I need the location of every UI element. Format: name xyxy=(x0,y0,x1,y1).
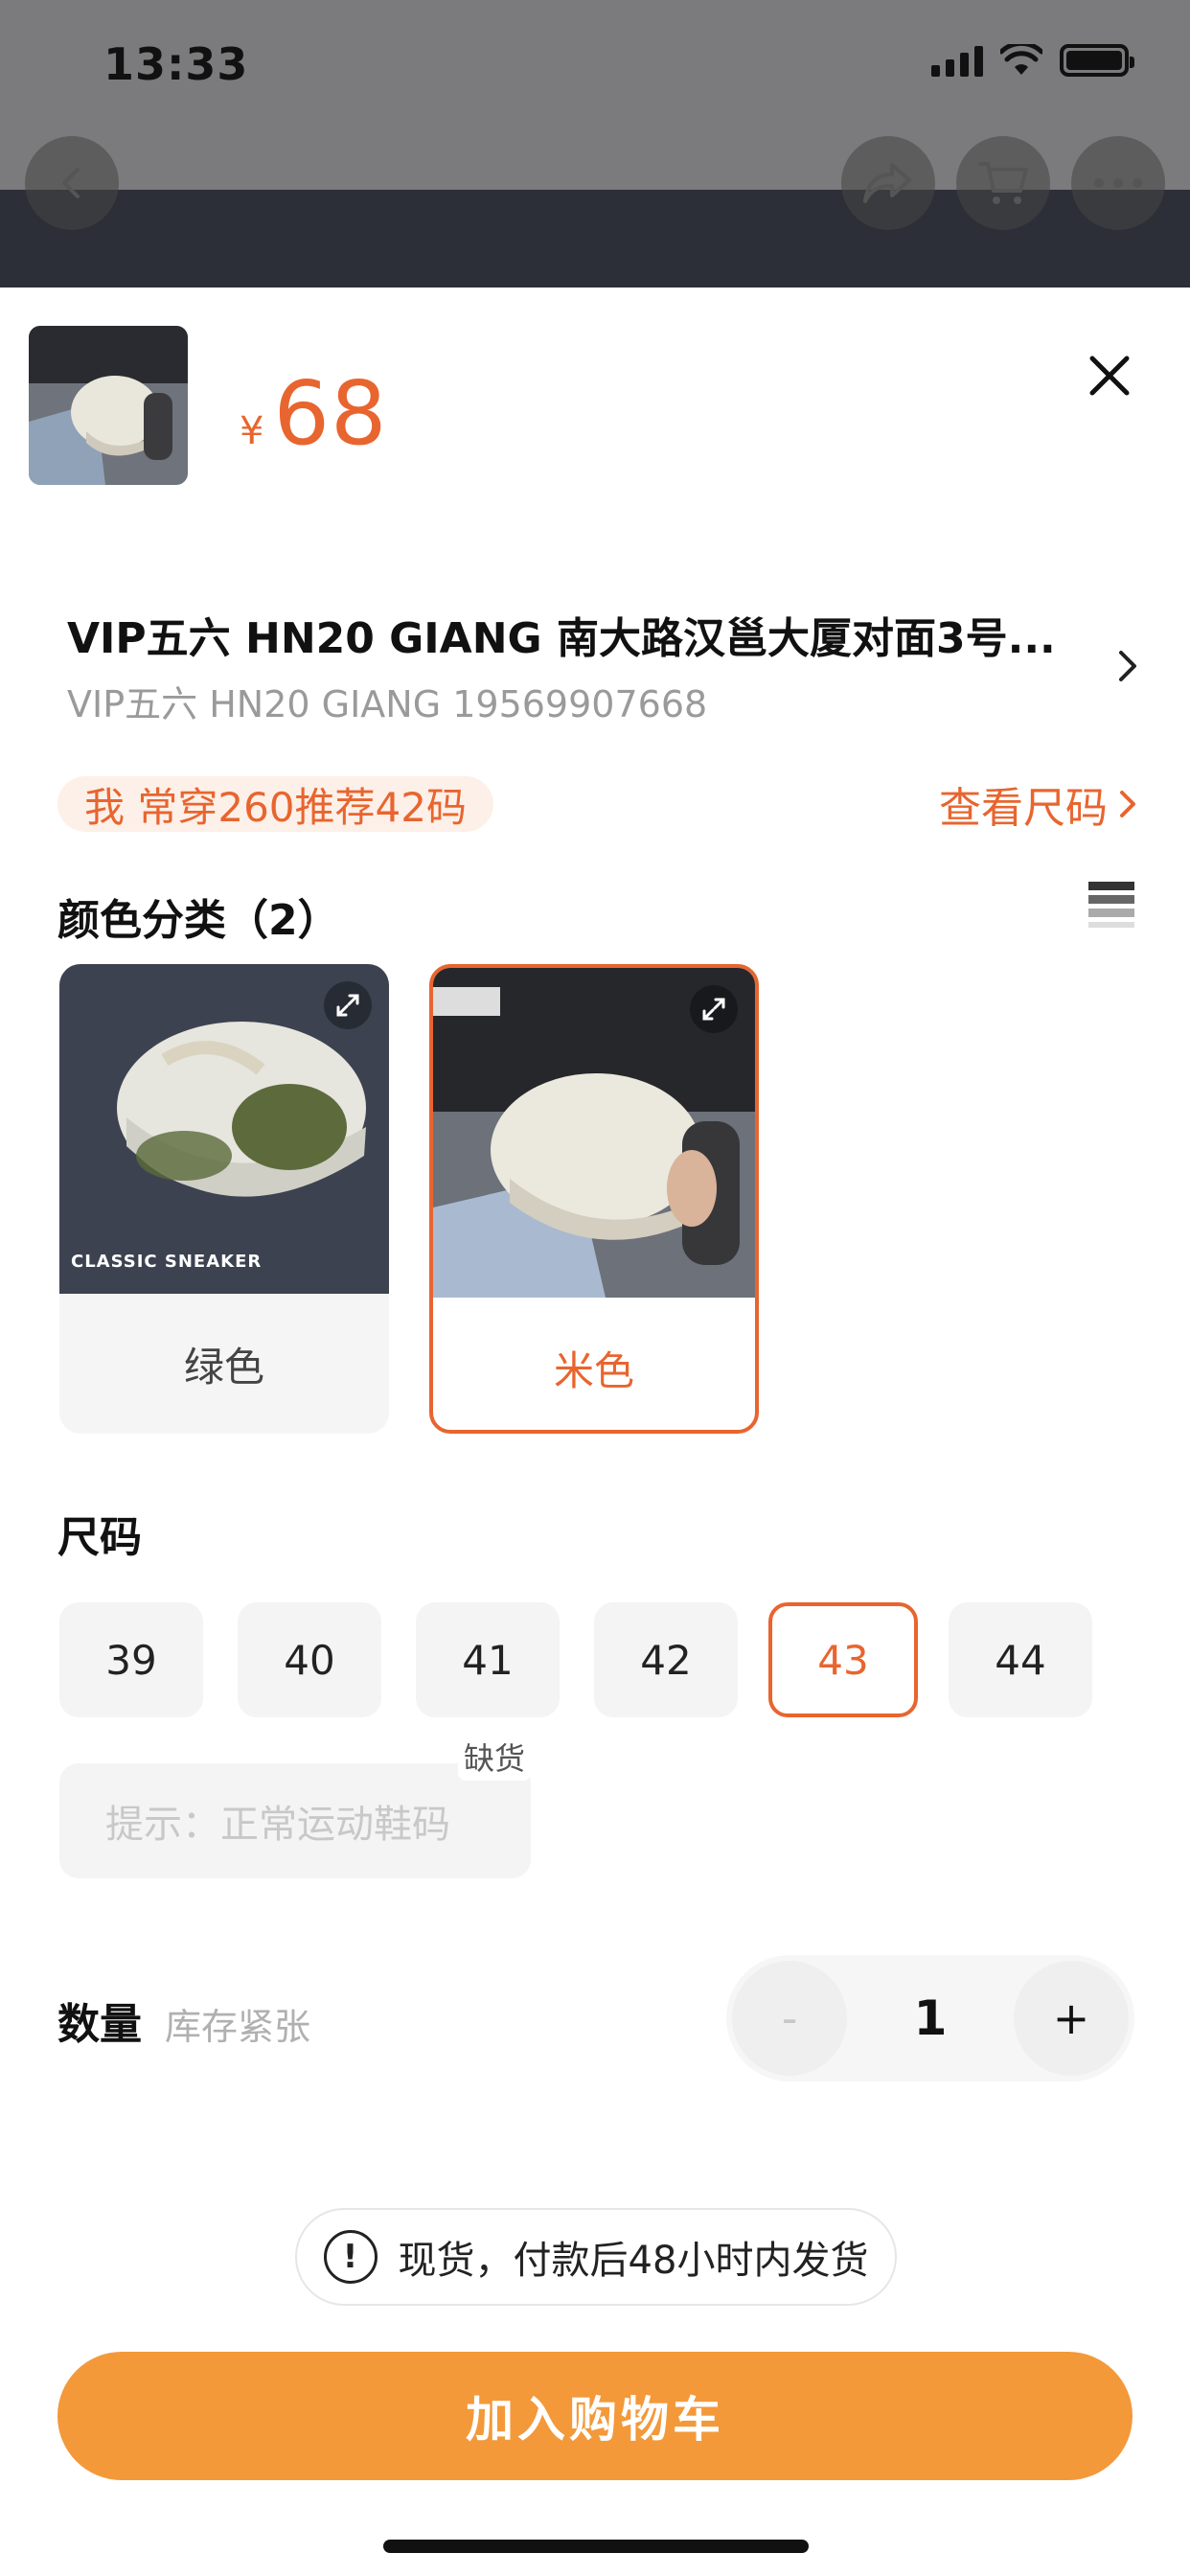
close-icon[interactable] xyxy=(1081,347,1138,404)
size-option-43[interactable]: 43 xyxy=(768,1602,918,1717)
size-recommendation-badge: 我 常穿260推荐42码 xyxy=(57,776,493,832)
expand-icon xyxy=(702,998,725,1021)
color-option-image: CLASSIC SNEAKER xyxy=(59,964,389,1294)
chevron-right-icon[interactable] xyxy=(1113,647,1142,685)
size-option-40[interactable]: 40 xyxy=(238,1602,381,1717)
back-button[interactable] xyxy=(25,136,119,230)
view-size-chart-label: 查看尺码 xyxy=(939,784,1108,833)
battery-icon xyxy=(1060,44,1134,77)
share-button[interactable] xyxy=(841,136,935,230)
price-value: 68 xyxy=(273,362,388,465)
shop-subtitle: VIP五六 HN20 GIANG 19569907668 xyxy=(67,683,708,725)
shop-info[interactable]: VIP五六 HN20 GIANG 南大路汉邕大厦对面3号... VIP五六 HN… xyxy=(67,604,1083,727)
status-time: 13:33 xyxy=(103,38,249,90)
color-option-label: 米色 xyxy=(553,1346,634,1394)
view-size-chart-link[interactable]: 查看尺码 xyxy=(939,776,1138,833)
increment-button[interactable]: + xyxy=(1014,1961,1129,2076)
cart-nav-button[interactable] xyxy=(956,136,1050,230)
color-option-image xyxy=(433,968,755,1298)
more-icon xyxy=(1094,178,1142,188)
quantity-stepper: 1 - + xyxy=(726,1955,1134,2082)
color-option-beige[interactable]: 米色 xyxy=(429,964,759,1434)
status-icons xyxy=(931,44,1134,77)
wifi-icon xyxy=(1000,44,1042,75)
chevron-left-icon xyxy=(62,168,80,198)
exclamation-icon: ! xyxy=(323,2230,378,2284)
currency-symbol: ¥ xyxy=(240,409,264,453)
expand-image-button[interactable] xyxy=(324,981,372,1029)
color-section-title: 颜色分类（2） xyxy=(57,896,340,945)
expand-image-button[interactable] xyxy=(690,985,738,1033)
image-caption: CLASSIC SNEAKER xyxy=(71,1252,263,1272)
size-option-42[interactable]: 42 xyxy=(594,1602,738,1717)
size-option-39[interactable]: 39 xyxy=(59,1602,203,1717)
out-of-stock-badge: 缺货 xyxy=(458,1733,532,1781)
color-option-label: 绿色 xyxy=(183,1343,264,1391)
stock-note: 库存紧张 xyxy=(165,2006,311,2048)
add-to-cart-button[interactable]: 加入购物车 xyxy=(57,2352,1133,2480)
chevron-right-icon xyxy=(1120,791,1135,817)
size-option-41[interactable]: 41 xyxy=(416,1602,560,1717)
list-view-icon[interactable] xyxy=(1088,880,1134,928)
home-indicator xyxy=(383,2540,809,2553)
shop-title: VIP五六 HN20 GIANG 南大路汉邕大厦对面3号... xyxy=(67,614,1056,663)
size-section-title: 尺码 xyxy=(57,1513,142,1562)
more-button[interactable] xyxy=(1071,136,1165,230)
cart-icon xyxy=(978,162,1028,204)
shipping-notice-text: 现货，付款后48小时内发货 xyxy=(398,2239,869,2283)
size-hint: 提示：正常运动鞋码 xyxy=(59,1763,531,1878)
page: 13:33 ¥ 68 VIP五六 HN20 GIANG 南大路汉邕大厦对面3号.… xyxy=(0,0,1190,2576)
size-option-44[interactable]: 44 xyxy=(949,1602,1092,1717)
decrement-button[interactable]: - xyxy=(732,1961,847,2076)
sku-selector-sheet: ¥ 68 VIP五六 HN20 GIANG 南大路汉邕大厦对面3号... VIP… xyxy=(0,288,1190,2576)
quantity-label: 数量 xyxy=(57,2000,142,2049)
product-thumbnail[interactable] xyxy=(29,326,188,485)
price: ¥ 68 xyxy=(240,362,388,465)
shipping-notice: ! 现货，付款后48小时内发货 xyxy=(295,2208,897,2306)
expand-icon xyxy=(336,994,359,1017)
color-option-green[interactable]: CLASSIC SNEAKER 绿色 xyxy=(59,964,389,1434)
signal-icon xyxy=(931,44,983,77)
share-icon xyxy=(863,163,911,203)
